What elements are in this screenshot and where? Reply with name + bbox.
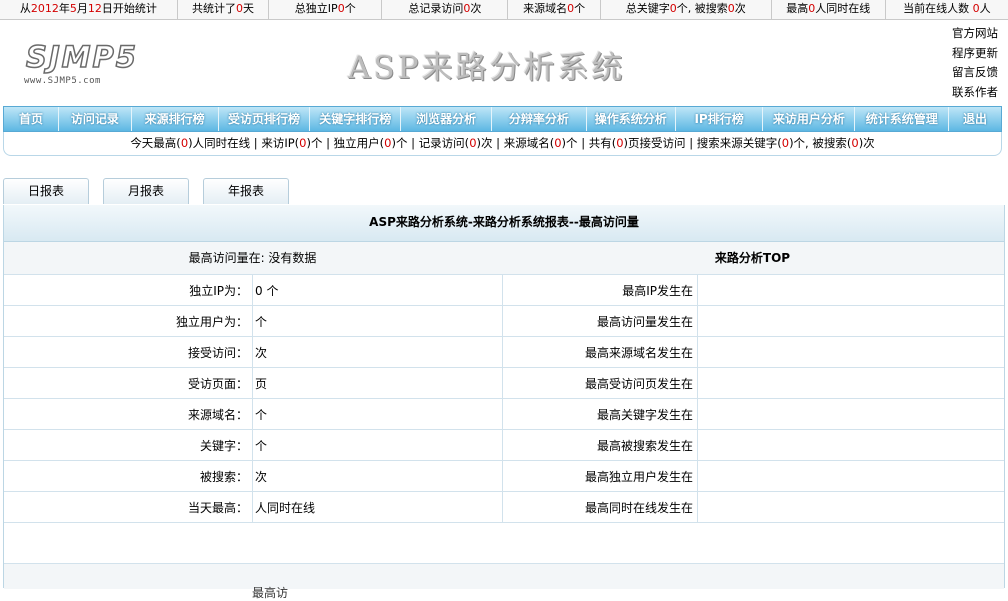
main-nav: 首页 访问记录 来源排行榜 受访页排行榜 关键字排行榜 浏览器分析 分辩率分析 … (3, 106, 1002, 132)
table-row: 独立IP为： 0 个最高IP发生在 (4, 275, 1004, 306)
peak-value (697, 491, 1004, 523)
nav-logout[interactable]: 退出 (949, 107, 1001, 131)
peak-visits-label: 最高访问量在: 没有数据 (188, 251, 317, 265)
stats-unique-ip: 总独立IP0个 (269, 0, 383, 19)
table-row: 独立用户为：个最高访问量发生在 (4, 305, 1004, 337)
nav-referrer-rank[interactable]: 来源排行榜 (132, 107, 219, 131)
peak-value (697, 336, 1004, 368)
peak-value (697, 305, 1004, 337)
stats-total-visits: 总记录访问0次 (382, 0, 509, 19)
row-value: 个 (252, 429, 503, 461)
stats-total-days: 共统计了0天 (178, 0, 270, 19)
table-row: 关键字：个最高被搜索发生在 (4, 429, 1004, 461)
report-tabs: 日报表 月报表 年报表 (3, 178, 1005, 206)
row-label: 接受访问： (4, 336, 253, 368)
report-panel: ASP来路分析系统-来路分析系统报表--最高访问量 最高访问量在: 没有数据 来… (3, 205, 1005, 600)
table-row: 受访页面：页最高受访问页发生在 (4, 367, 1004, 399)
today-pages: 共有(0)页接受访问 (588, 136, 686, 150)
peak-label: 最高同时在线发生在 (502, 491, 698, 523)
today-peak: 今天最高(0)人同时在线 (130, 136, 251, 150)
today-visits: 记录访问(0)次 (418, 136, 493, 150)
row-label: 独立IP为： (4, 275, 253, 306)
row-value: 个 (252, 305, 503, 337)
row-label: 关键字： (4, 429, 253, 461)
peak-label: 最高受访问页发生在 (502, 367, 698, 399)
table-row: 接受访问：次最高来源域名发生在 (4, 336, 1004, 368)
peak-value (697, 398, 1004, 430)
table-row: 来源域名：个最高关键字发生在 (4, 398, 1004, 430)
peak-label: 最高访问量发生在 (502, 305, 698, 337)
stats-current-online: 当前在线人数 0人 (903, 2, 991, 15)
nav-resolution-analysis[interactable]: 分辩率分析 (492, 107, 587, 131)
peak-value (697, 429, 1004, 461)
link-official-site[interactable]: 官方网站 (952, 24, 998, 44)
table-row: 当天最高： 人同时在线 最高同时在线发生在 (4, 491, 1004, 523)
table-row: 被搜索：次最高独立用户发生在 (4, 460, 1004, 492)
panel-title: ASP来路分析系统-来路分析系统报表--最高访问量 (4, 205, 1004, 242)
row-value: 个 (252, 398, 503, 430)
peak-label: 最高独立用户发生在 (502, 460, 698, 492)
nav-os-analysis[interactable]: 操作系统分析 (587, 107, 676, 131)
today-summary: 今天最高(0)人同时在线 | 来访IP(0)个 | 独立用户(0)个 | 记录访… (3, 132, 1002, 156)
peak-value (697, 367, 1004, 399)
nav-visitor-analysis[interactable]: 来访用户分析 (763, 107, 856, 131)
peak-value (697, 460, 1004, 492)
nav-page-rank[interactable]: 受访页排行榜 (219, 107, 311, 131)
system-title: ASP来路分析系统 (348, 50, 626, 86)
peak-label: 最高被搜索发生在 (502, 429, 698, 461)
link-feedback[interactable]: 留言反馈 (952, 63, 998, 83)
stats-bar: 从2012年5月12日开始统计 共统计了0天 总独立IP0个 总记录访问0次 来… (0, 0, 1008, 20)
row-value: 0 个 (252, 275, 503, 306)
stats-peak-online: 最高0人同时在线 (772, 0, 886, 19)
tab-yearly-report[interactable]: 年报表 (203, 178, 289, 204)
peak-label: 最高IP发生在 (502, 275, 698, 306)
stats-referrer-domains: 来源域名0个 (508, 0, 601, 19)
logo: SJMP5 www.SJMP5.com (24, 39, 137, 90)
row-label: 受访页面： (4, 367, 253, 399)
peak-band: 最高访问量在: 没有数据 来路分析TOP (4, 242, 1004, 275)
peak-label: 最高来源域名发生在 (502, 336, 698, 368)
today-ip: 来访IP(0)个 (261, 136, 323, 150)
today-users: 独立用户(0)个 (333, 136, 408, 150)
row-value: 人同时在线 (252, 491, 503, 523)
stats-keywords: 总关键字0个, 被搜索0次 (601, 0, 772, 19)
nav-visit-records[interactable]: 访问记录 (59, 107, 132, 131)
nav-browser-analysis[interactable]: 浏览器分析 (401, 107, 493, 131)
link-contact-author[interactable]: 联系作者 (952, 83, 998, 103)
referrer-top-heading: 来路分析TOP (714, 251, 791, 265)
header: SJMP5 www.SJMP5.com ASP来路分析系统 官方网站 程序更新 … (0, 20, 1008, 106)
today-domains: 来源域名(0)个 (503, 136, 578, 150)
row-value: 页 (252, 367, 503, 399)
stats-start-date: 从2012年5月12日开始统计 (0, 0, 178, 19)
nav-ip-rank[interactable]: IP排行榜 (676, 107, 764, 131)
link-program-update[interactable]: 程序更新 (952, 44, 998, 64)
nav-keyword-rank[interactable]: 关键字排行榜 (310, 107, 402, 131)
header-links: 官方网站 程序更新 留言反馈 联系作者 (952, 24, 998, 102)
nav-system-admin[interactable]: 统计系统管理 (855, 107, 950, 131)
footer-band: 最高访 (4, 563, 1004, 600)
row-label: 独立用户为： (4, 305, 253, 337)
footer-text: 最高访 (252, 586, 289, 600)
nav-home[interactable]: 首页 (4, 107, 59, 131)
peak-value (697, 275, 1004, 306)
peak-label: 最高关键字发生在 (502, 398, 698, 430)
today-search: 搜索来源关键字(0)个, 被搜索(0)次 (696, 136, 875, 150)
logo-wordmark: SJMP5 (25, 39, 138, 75)
row-label: 当天最高： (4, 491, 253, 523)
row-value: 次 (252, 336, 503, 368)
report-table: 独立IP为： 0 个最高IP发生在 独立用户为：个最高访问量发生在 接受访问：次最高来… (4, 275, 1004, 523)
row-label: 来源域名： (4, 398, 253, 430)
tab-monthly-report[interactable]: 月报表 (103, 178, 189, 204)
logo-url: www.SJMP5.com (24, 76, 101, 86)
row-label: 被搜索： (4, 460, 253, 492)
tab-daily-report[interactable]: 日报表 (3, 178, 89, 204)
row-value: 次 (252, 460, 503, 492)
